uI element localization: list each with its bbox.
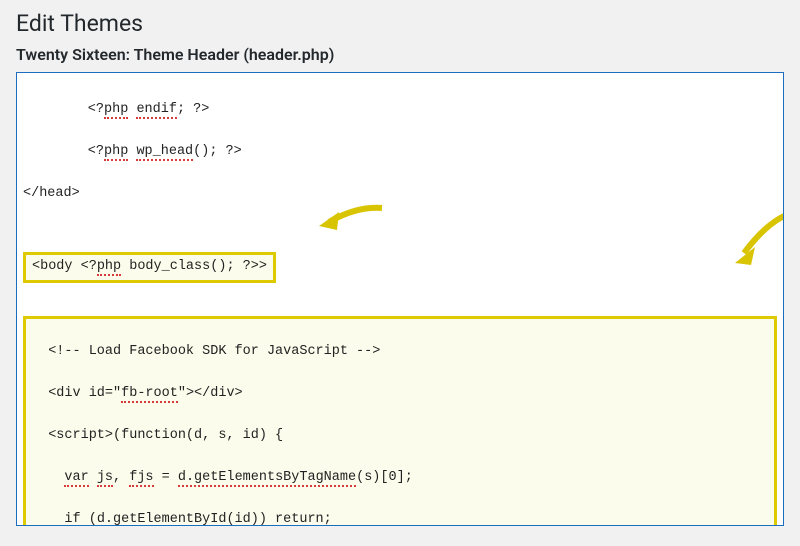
theme-editor-textarea[interactable]: <?php endif; ?> <?php wp_head(); ?> </he… — [16, 72, 784, 526]
highlighted-facebook-sdk-block: <!-- Load Facebook SDK for JavaScript --… — [23, 316, 777, 526]
code-line: <?php endif; ?> — [23, 100, 777, 121]
code-line: <?php wp_head(); ?> — [23, 142, 777, 163]
code-line: </head> — [23, 184, 777, 205]
highlighted-body-tag: <body <?php body_class(); ?>> — [23, 252, 276, 283]
file-subtitle: Twenty Sixteen: Theme Header (header.php… — [16, 45, 784, 64]
arrow-annotation-icon — [317, 158, 387, 261]
page-title: Edit Themes — [16, 10, 784, 37]
